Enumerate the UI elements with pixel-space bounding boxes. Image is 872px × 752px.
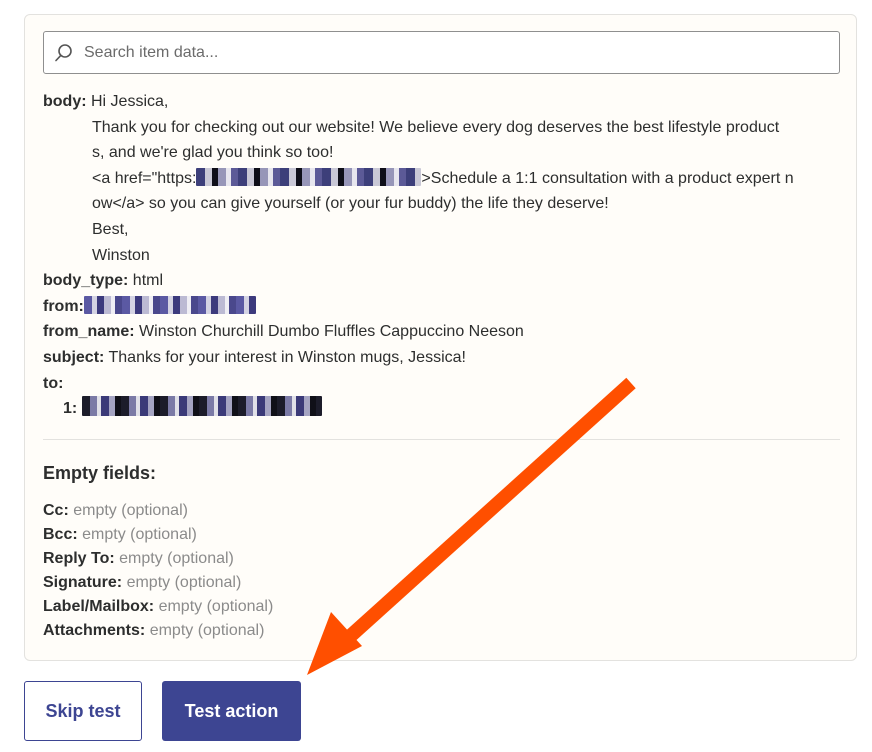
empty-field-attachments: Attachments: empty (optional) <box>43 619 273 643</box>
empty-field-label: Attachments: <box>43 622 146 639</box>
from-row: from: <box>43 294 840 320</box>
body-line-4: <a href="https: >Schedule a 1:1 consultat… <box>43 166 840 192</box>
body-line-5: ow</a> so you can give yourself (or your… <box>92 195 609 213</box>
search-input[interactable] <box>84 43 804 62</box>
subject-key: subject: <box>43 348 105 366</box>
empty-field-value: empty (optional) <box>126 574 242 591</box>
body-line-4a: <a href="https: <box>92 169 197 187</box>
empty-field-cc: Cc: empty (optional) <box>43 499 273 523</box>
body-type-value: html <box>132 272 164 290</box>
redacted-from <box>83 295 256 314</box>
from-name-value: Winston Churchill Dumbo Fluffles Cappucc… <box>139 323 524 341</box>
body-row: body: Hi Jessica, <box>43 89 840 115</box>
search-icon <box>55 43 72 61</box>
body-line-4b: >Schedule a 1:1 consultation with a prod… <box>421 169 794 187</box>
to-key: to: <box>43 374 64 392</box>
empty-field-label: Reply To: <box>43 550 115 567</box>
to-row: to: <box>43 371 840 397</box>
divider <box>43 439 840 440</box>
empty-field-label: Signature: <box>43 574 123 591</box>
subject-value: Thanks for your interest in Winston mugs… <box>108 348 466 366</box>
body-line-1: Hi Jessica, <box>91 93 169 110</box>
body-type-row: body_type: html <box>43 268 840 294</box>
empty-field-value: empty (optional) <box>158 598 274 615</box>
test-action-button[interactable]: Test action <box>162 681 301 741</box>
item-data: body: Hi Jessica, Thank you for checking… <box>43 89 840 422</box>
subject-row: subject: Thanks for your interest in Win… <box>43 345 840 371</box>
empty-field-bcc: Bcc: empty (optional) <box>43 523 273 547</box>
empty-field-label-mailbox: Label/Mailbox: empty (optional) <box>43 595 273 619</box>
test-data-panel: body: Hi Jessica, Thank you for checking… <box>24 14 857 661</box>
body-type-key: body_type: <box>43 272 129 290</box>
empty-field-value: empty (optional) <box>73 502 188 519</box>
body-line-6: Best, <box>92 220 129 238</box>
redacted-url <box>196 167 422 186</box>
redacted-to <box>81 396 322 417</box>
to-item-key: 1: <box>63 400 78 418</box>
to-item-row: 1: <box>43 396 840 422</box>
empty-field-value: empty (optional) <box>149 622 265 639</box>
empty-field-label: Cc: <box>43 502 69 519</box>
empty-field-reply-to: Reply To: empty (optional) <box>43 547 273 571</box>
body-line-2: Thank you for checking out our website! … <box>92 118 780 136</box>
from-key: from: <box>43 297 84 315</box>
skip-test-button[interactable]: Skip test <box>24 681 142 741</box>
search-box[interactable] <box>43 31 840 74</box>
from-name-row: from_name: Winston Churchill Dumbo Fluff… <box>43 319 840 345</box>
empty-field-signature: Signature: empty (optional) <box>43 571 273 595</box>
empty-field-label: Label/Mailbox: <box>43 598 155 615</box>
body-key: body: <box>43 93 87 110</box>
empty-fields-title: Empty fields: <box>43 463 157 483</box>
empty-field-value: empty (optional) <box>82 526 197 543</box>
body-line-7: Winston <box>92 246 150 264</box>
body-line-3: s, and we're glad you think so too! <box>92 144 334 162</box>
empty-field-value: empty (optional) <box>119 550 234 567</box>
empty-fields-list: Cc: empty (optional) Bcc: empty (optiona… <box>43 499 273 643</box>
empty-field-label: Bcc: <box>43 526 78 543</box>
from-name-key: from_name: <box>43 323 135 341</box>
